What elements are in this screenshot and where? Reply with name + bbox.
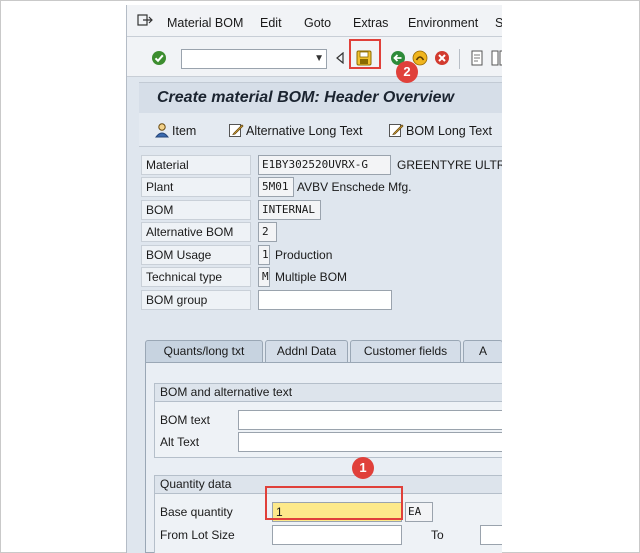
menu-material-bom[interactable]: Material BOM bbox=[167, 16, 243, 30]
toolbar-separator bbox=[459, 49, 460, 69]
menu-edit[interactable]: Edit bbox=[260, 16, 282, 30]
tab-quants-long-txt[interactable]: Quants/long txt bbox=[145, 340, 263, 362]
command-field[interactable]: ▼ bbox=[181, 49, 327, 69]
bom-field: INTERNAL bbox=[258, 200, 321, 220]
exit-menu-icon[interactable] bbox=[137, 14, 153, 31]
menu-goto[interactable]: Goto bbox=[304, 16, 331, 30]
tab-addnl-data[interactable]: Addnl Data bbox=[265, 340, 348, 362]
technical-type-label: Technical type bbox=[141, 267, 251, 287]
alt-text-input[interactable] bbox=[238, 432, 502, 452]
plant-field: 5M01 bbox=[258, 177, 294, 197]
page-title: Create material BOM: Header Overview bbox=[157, 89, 455, 106]
menu-extras[interactable]: Extras bbox=[353, 16, 388, 30]
screen-title-bar: Create material BOM: Header Overview bbox=[139, 82, 502, 113]
item-button-label: Item bbox=[172, 124, 197, 138]
bom-usage-label: BOM Usage bbox=[141, 245, 251, 265]
material-description: GREENTYRE ULTR bbox=[397, 158, 502, 172]
collapse-triangle-icon[interactable] bbox=[335, 51, 345, 67]
bom-text-label: BOM text bbox=[160, 413, 211, 427]
material-field: E1BY302520UVRX-G bbox=[258, 155, 391, 175]
menu-bar: Material BOM Edit Goto Extras Environmen… bbox=[127, 5, 502, 37]
base-quantity-highlight-box bbox=[265, 486, 403, 520]
bom-long-text-label: BOM Long Text bbox=[406, 124, 492, 138]
bom-text-input[interactable] bbox=[238, 410, 502, 430]
tab-more[interactable]: A bbox=[463, 340, 502, 362]
application-toolbar: Item Alternative Long Text BOM Long Text bbox=[139, 113, 502, 147]
bom-usage-field: 1 bbox=[258, 245, 270, 265]
print-icon[interactable] bbox=[469, 50, 485, 69]
from-lot-size-input[interactable] bbox=[272, 525, 402, 545]
callout-badge-base-quantity: 1 bbox=[352, 457, 374, 479]
base-quantity-label: Base quantity bbox=[160, 505, 233, 519]
bom-label: BOM bbox=[141, 200, 251, 220]
to-label: To bbox=[431, 528, 444, 542]
cancel-icon[interactable] bbox=[434, 50, 450, 69]
alt-text-label: Alt Text bbox=[160, 435, 200, 449]
technical-type-description: Multiple BOM bbox=[275, 270, 348, 284]
standard-toolbar: ▼ bbox=[127, 37, 502, 77]
alternative-bom-field: 2 bbox=[258, 222, 277, 242]
tab-customer-fields[interactable]: Customer fields bbox=[350, 340, 461, 362]
edit-note-icon bbox=[389, 124, 404, 137]
base-quantity-unit: EA bbox=[405, 502, 433, 522]
tab-panel: BOM and alternative text BOM text Alt Te… bbox=[145, 362, 502, 553]
alternative-long-text-label: Alternative Long Text bbox=[246, 124, 363, 138]
from-lot-size-label: From Lot Size bbox=[160, 528, 235, 542]
menu-system[interactable]: S bbox=[495, 16, 502, 30]
bom-group-label: BOM group bbox=[141, 290, 251, 310]
menu-environment[interactable]: Environment bbox=[408, 16, 478, 30]
save-highlight-box bbox=[349, 39, 381, 69]
item-button[interactable]: Item bbox=[154, 122, 196, 138]
edit-note-icon bbox=[229, 124, 244, 137]
plant-label: Plant bbox=[141, 177, 251, 197]
callout-badge-save: 2 bbox=[396, 61, 418, 83]
find-icon[interactable] bbox=[491, 50, 502, 69]
bom-group-input[interactable] bbox=[258, 290, 392, 310]
to-lot-size-input[interactable] bbox=[480, 525, 502, 545]
alternative-bom-label: Alternative BOM bbox=[141, 222, 251, 242]
material-label: Material bbox=[141, 155, 251, 175]
technical-type-field: M bbox=[258, 267, 270, 287]
plant-description: AVBV Enschede Mfg. bbox=[297, 180, 412, 194]
bom-alt-text-heading: BOM and alternative text bbox=[155, 384, 502, 402]
dropdown-arrow-icon[interactable]: ▼ bbox=[314, 53, 324, 64]
sap-window: Material BOM Edit Goto Extras Environmen… bbox=[126, 5, 502, 553]
alternative-long-text-button[interactable]: Alternative Long Text bbox=[228, 122, 363, 138]
bom-usage-description: Production bbox=[275, 248, 333, 262]
bom-alt-text-group: BOM and alternative text BOM text Alt Te… bbox=[154, 383, 502, 458]
item-person-icon bbox=[154, 123, 170, 138]
enter-check-icon[interactable] bbox=[151, 50, 167, 69]
bom-long-text-button[interactable]: BOM Long Text bbox=[388, 122, 492, 138]
